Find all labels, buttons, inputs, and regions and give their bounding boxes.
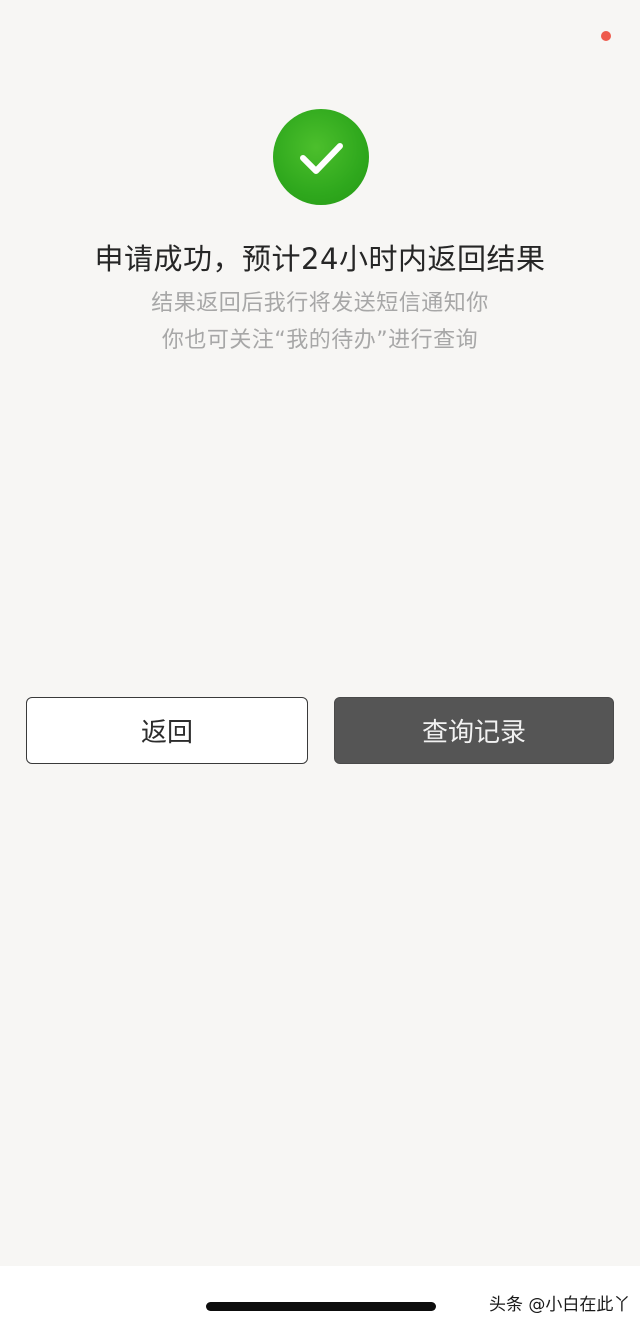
- check-circle-icon: [273, 109, 369, 205]
- home-indicator[interactable]: [206, 1302, 436, 1311]
- back-button[interactable]: 返回: [26, 697, 308, 764]
- query-records-button-label: 查询记录: [421, 718, 526, 748]
- query-records-button[interactable]: 查询记录: [334, 697, 614, 764]
- notification-dot: [601, 31, 611, 41]
- result-headline: 申请成功，预计24小时内返回结果: [94, 242, 546, 276]
- result-screen: 申请成功，预计24小时内返回结果 结果返回后我行将发送短信通知你 你也可关注“我…: [0, 0, 640, 1266]
- watermark: 头条 @小白在此丫: [489, 1295, 631, 1315]
- back-button-label: 返回: [140, 718, 193, 748]
- result-subline-sms: 结果返回后我行将发送短信通知你: [151, 291, 489, 316]
- checkmark-icon: [300, 143, 343, 174]
- result-subline-todo: 你也可关注“我的待办”进行查询: [161, 328, 479, 353]
